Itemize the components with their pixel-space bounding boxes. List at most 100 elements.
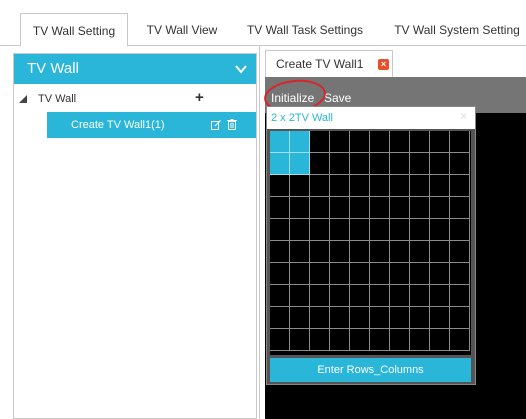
- grid-cell[interactable]: [290, 285, 310, 307]
- grid-cell[interactable]: [410, 197, 430, 219]
- grid-cell[interactable]: [310, 263, 330, 285]
- grid-cell[interactable]: [330, 197, 350, 219]
- grid-cell[interactable]: [390, 197, 410, 219]
- grid-cell[interactable]: [290, 197, 310, 219]
- grid-cell[interactable]: [270, 329, 290, 351]
- grid-cell[interactable]: [310, 197, 330, 219]
- grid-cell[interactable]: [270, 285, 290, 307]
- grid-cell[interactable]: [450, 307, 470, 329]
- grid-cell[interactable]: [350, 285, 370, 307]
- grid-cell[interactable]: [290, 307, 310, 329]
- tab-tv-wall-setting[interactable]: TV Wall Setting: [20, 13, 128, 47]
- grid-cell[interactable]: [390, 241, 410, 263]
- tab-create-tv-wall1[interactable]: Create TV Wall1 ×: [265, 50, 393, 77]
- grid-cell[interactable]: [450, 219, 470, 241]
- grid-cell[interactable]: [290, 153, 310, 175]
- grid-cell[interactable]: [330, 131, 350, 153]
- grid-cell[interactable]: [330, 175, 350, 197]
- grid-cell[interactable]: [310, 175, 330, 197]
- grid-cell[interactable]: [310, 241, 330, 263]
- grid-cell[interactable]: [270, 307, 290, 329]
- grid-cell[interactable]: [270, 219, 290, 241]
- grid-cell[interactable]: [450, 153, 470, 175]
- add-tv-wall-button[interactable]: +: [195, 89, 204, 107]
- trash-icon[interactable]: [227, 119, 237, 130]
- grid-cell[interactable]: [290, 329, 310, 351]
- grid-cell[interactable]: [370, 131, 390, 153]
- grid-cell[interactable]: [370, 175, 390, 197]
- tab-tv-wall-view[interactable]: TV Wall View: [140, 13, 224, 47]
- grid-cell[interactable]: [310, 219, 330, 241]
- grid-cell[interactable]: [370, 153, 390, 175]
- grid-cell[interactable]: [270, 263, 290, 285]
- grid-cell[interactable]: [410, 131, 430, 153]
- grid-cell[interactable]: [310, 131, 330, 153]
- grid-cell[interactable]: [450, 175, 470, 197]
- grid-cell[interactable]: [450, 241, 470, 263]
- grid-cell[interactable]: [330, 219, 350, 241]
- grid-cell[interactable]: [370, 285, 390, 307]
- grid-cell[interactable]: [290, 263, 310, 285]
- tree-item-create-tv-wall[interactable]: Create TV Wall1(1): [47, 112, 256, 138]
- grid-cell[interactable]: [350, 131, 370, 153]
- rows-columns-grid[interactable]: [270, 131, 471, 355]
- grid-cell[interactable]: [430, 175, 450, 197]
- grid-cell[interactable]: [370, 219, 390, 241]
- grid-cell[interactable]: [450, 131, 470, 153]
- grid-cell[interactable]: [430, 241, 450, 263]
- grid-cell[interactable]: [430, 285, 450, 307]
- grid-cell[interactable]: [270, 241, 290, 263]
- grid-cell[interactable]: [410, 241, 430, 263]
- grid-cell[interactable]: [390, 329, 410, 351]
- tab-tv-wall-system-setting[interactable]: TV Wall System Setting: [387, 13, 526, 47]
- grid-cell[interactable]: [330, 307, 350, 329]
- grid-cell[interactable]: [310, 329, 330, 351]
- grid-cell[interactable]: [410, 175, 430, 197]
- grid-cell[interactable]: [270, 131, 290, 153]
- grid-cell[interactable]: [290, 131, 310, 153]
- grid-cell[interactable]: [370, 241, 390, 263]
- grid-cell[interactable]: [390, 131, 410, 153]
- save-button[interactable]: Save: [324, 91, 351, 106]
- grid-cell[interactable]: [370, 197, 390, 219]
- grid-cell[interactable]: [310, 153, 330, 175]
- grid-cell[interactable]: [270, 197, 290, 219]
- grid-cell[interactable]: [410, 329, 430, 351]
- grid-cell[interactable]: [390, 153, 410, 175]
- grid-cell[interactable]: [330, 285, 350, 307]
- grid-cell[interactable]: [390, 307, 410, 329]
- grid-cell[interactable]: [410, 263, 430, 285]
- grid-cell[interactable]: [430, 153, 450, 175]
- grid-cell[interactable]: [430, 307, 450, 329]
- grid-cell[interactable]: [270, 153, 290, 175]
- grid-cell[interactable]: [430, 329, 450, 351]
- grid-cell[interactable]: [450, 329, 470, 351]
- grid-cell[interactable]: [390, 175, 410, 197]
- grid-cell[interactable]: [310, 285, 330, 307]
- grid-cell[interactable]: [450, 285, 470, 307]
- grid-cell[interactable]: [410, 307, 430, 329]
- tab-tv-wall-task-settings[interactable]: TV Wall Task Settings: [240, 13, 370, 47]
- tree-root-tv-wall[interactable]: TV Wall +: [14, 89, 256, 112]
- grid-cell[interactable]: [370, 307, 390, 329]
- grid-cell[interactable]: [290, 175, 310, 197]
- grid-cell[interactable]: [410, 285, 430, 307]
- grid-cell[interactable]: [330, 263, 350, 285]
- grid-cell[interactable]: [430, 131, 450, 153]
- grid-cell[interactable]: [390, 219, 410, 241]
- grid-cell[interactable]: [290, 219, 310, 241]
- grid-cell[interactable]: [370, 263, 390, 285]
- grid-cell[interactable]: [390, 263, 410, 285]
- triangle-down-icon[interactable]: [19, 95, 27, 103]
- grid-cell[interactable]: [350, 197, 370, 219]
- grid-cell[interactable]: [350, 175, 370, 197]
- enter-rows-columns-button[interactable]: Enter Rows_Columns: [270, 358, 471, 382]
- grid-cell[interactable]: [350, 307, 370, 329]
- grid-cell[interactable]: [390, 285, 410, 307]
- grid-cell[interactable]: [450, 263, 470, 285]
- grid-cell[interactable]: [310, 307, 330, 329]
- chevron-down-icon[interactable]: [234, 62, 248, 76]
- grid-cell[interactable]: [450, 197, 470, 219]
- grid-cell[interactable]: [350, 219, 370, 241]
- grid-cell[interactable]: [430, 197, 450, 219]
